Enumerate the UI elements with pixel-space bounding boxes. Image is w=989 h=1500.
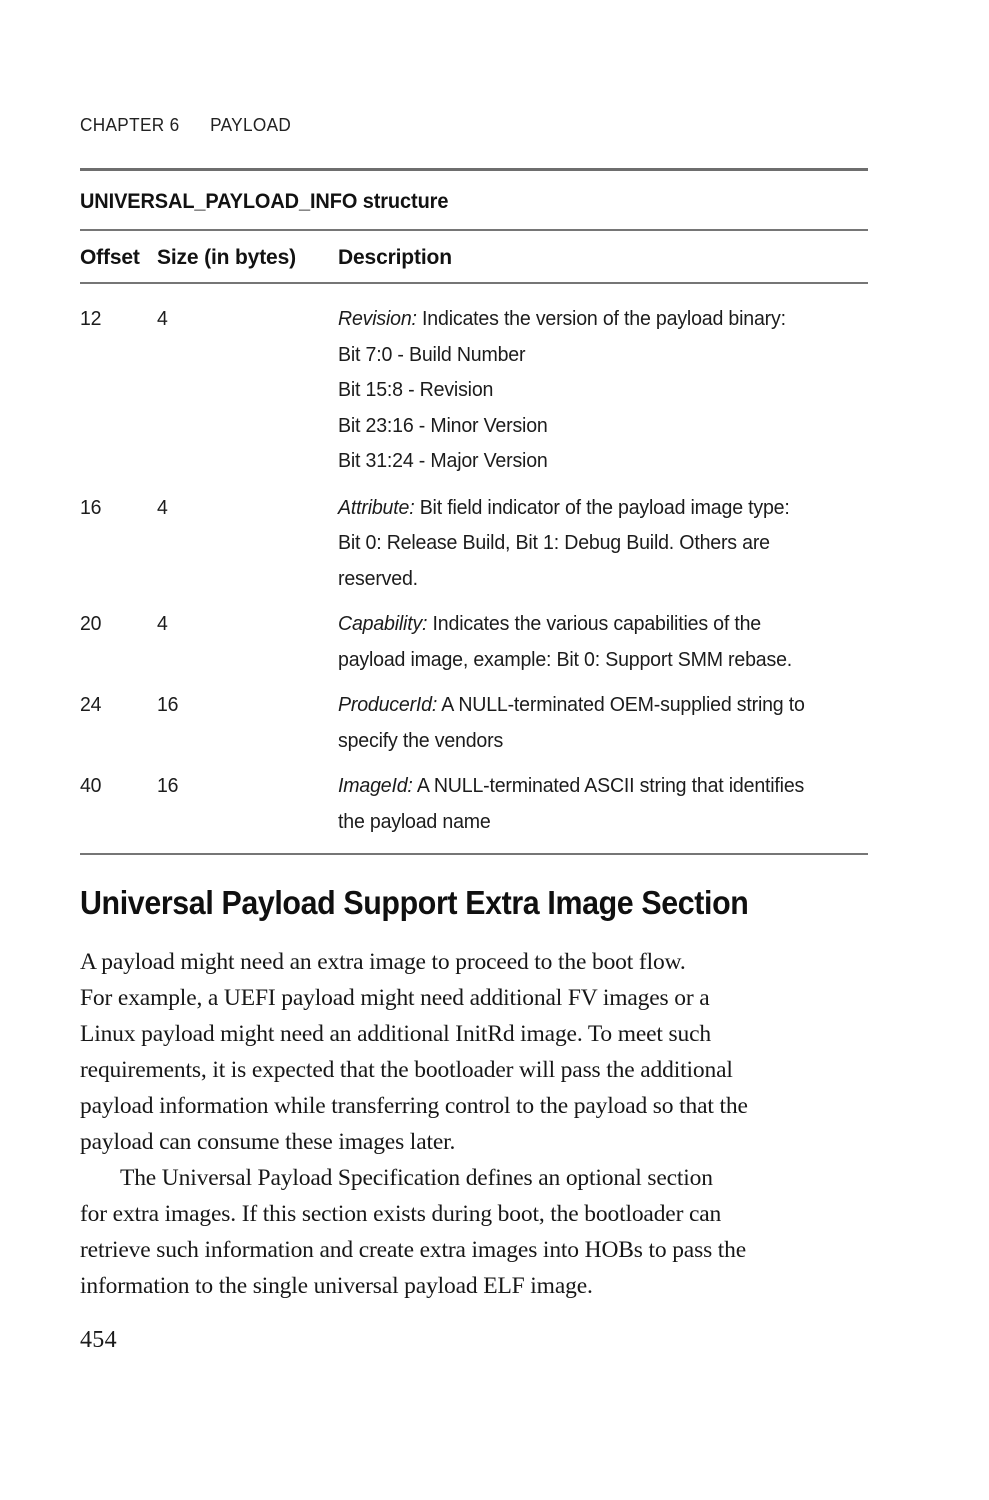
cell-offset: 20 — [80, 612, 102, 635]
cell-size: 16 — [157, 774, 179, 797]
cell-offset: 24 — [80, 693, 102, 716]
desc-text: Bit 0: Release Build, Bit 1: Debug Build… — [338, 531, 770, 554]
cell-offset: 12 — [80, 307, 102, 330]
cell-size: 16 — [157, 693, 179, 716]
desc-text: Indicates the various capabilities of th… — [427, 612, 762, 635]
paragraph-line: For example, a UEFI payload might need a… — [80, 985, 710, 1011]
field-name: Revision: — [338, 307, 417, 330]
cell-description: ProducerId: A NULL-terminated OEM-suppli… — [338, 687, 844, 758]
section-heading: Universal Payload Support Extra Image Se… — [80, 884, 749, 921]
paragraph-line: for extra images. If this section exists… — [80, 1201, 722, 1227]
field-name: ProducerId: — [338, 693, 438, 716]
table-row: 24 16 ProducerId: A NULL-terminated OEM-… — [80, 687, 868, 758]
body-copy: A payload might need an extra image to p… — [80, 944, 880, 1304]
desc-text: Bit 31:24 - Major Version — [338, 449, 548, 472]
column-header-size: Size (in bytes) — [157, 246, 296, 269]
field-name: Capability: — [338, 612, 428, 635]
paragraph-line: payload can consume these images later. — [80, 1129, 456, 1155]
desc-text: A NULL-terminated OEM-supplied string to — [437, 693, 805, 716]
table-row: 40 16 ImageId: A NULL-terminated ASCII s… — [80, 768, 868, 839]
table-caption: UNIVERSAL_PAYLOAD_INFO structure — [80, 190, 449, 213]
page-number: 454 — [80, 1327, 117, 1353]
cell-description: Capability: Indicates the various capabi… — [338, 606, 844, 677]
cell-offset: 16 — [80, 495, 102, 519]
paragraph: A payload might need an extra image to p… — [80, 944, 880, 1160]
desc-text: Bit 7:0 - Build Number — [338, 342, 526, 366]
desc-text: Bit 15:8 - Revision — [338, 378, 494, 401]
column-header-offset: Offset — [80, 246, 140, 269]
running-header: CHAPTER 6 PAYLOAD — [80, 114, 292, 135]
table-row: 12 4 Revision: Indicates the version of … — [80, 284, 868, 479]
desc-text: payload image, example: Bit 0: Support S… — [338, 647, 793, 671]
field-name: Attribute: — [338, 495, 415, 519]
row-spacer — [80, 596, 868, 606]
desc-text: reserved. — [338, 566, 418, 590]
table-row: 16 4 Attribute: Bit field indicator of t… — [80, 490, 868, 597]
row-spacer — [80, 479, 868, 490]
cell-size: 4 — [157, 495, 168, 519]
cell-offset: 40 — [80, 774, 102, 797]
table-bottom-rule — [80, 853, 868, 855]
book-page: CHAPTER 6 PAYLOAD UNIVERSAL_PAYLOAD_INFO… — [0, 0, 989, 1500]
paragraph-line: Linux payload might need an additional I… — [80, 1021, 712, 1047]
row-spacer — [80, 677, 868, 687]
paragraph-line: requirements, it is expected that the bo… — [80, 1057, 733, 1083]
column-header-description: Description — [338, 246, 452, 269]
payload-info-table: UNIVERSAL_PAYLOAD_INFO structure Offset … — [80, 168, 868, 855]
field-name: ImageId: — [338, 774, 413, 797]
cell-size: 4 — [157, 612, 168, 635]
desc-text: Indicates the version of the payload bin… — [416, 307, 786, 330]
cell-size: 4 — [157, 307, 168, 330]
cell-description: Attribute: Bit field indicator of the pa… — [338, 490, 844, 597]
paragraph: The Universal Payload Specification defi… — [80, 1160, 880, 1304]
table-row: 20 4 Capability: Indicates the various c… — [80, 606, 868, 677]
desc-text: A NULL-terminated ASCII string that iden… — [412, 774, 805, 797]
paragraph-line: information to the single universal payl… — [80, 1273, 593, 1299]
desc-text: specify the vendors — [338, 728, 504, 752]
desc-text: the payload name — [338, 809, 491, 833]
paragraph-line: retrieve such information and create ext… — [80, 1237, 747, 1263]
paragraph-line: The Universal Payload Specification defi… — [120, 1165, 713, 1191]
desc-text: Bit field indicator of the payload image… — [414, 495, 790, 519]
cell-description: Revision: Indicates the version of the p… — [338, 301, 844, 479]
paragraph-line: payload information while transferring c… — [80, 1093, 748, 1119]
paragraph-line: A payload might need an extra image to p… — [80, 949, 686, 975]
desc-text: Bit 23:16 - Minor Version — [338, 413, 548, 437]
row-spacer — [80, 839, 868, 853]
row-spacer — [80, 758, 868, 768]
cell-description: ImageId: A NULL-terminated ASCII string … — [338, 768, 844, 839]
table-header-row: Offset Size (in bytes) Description — [80, 231, 868, 282]
